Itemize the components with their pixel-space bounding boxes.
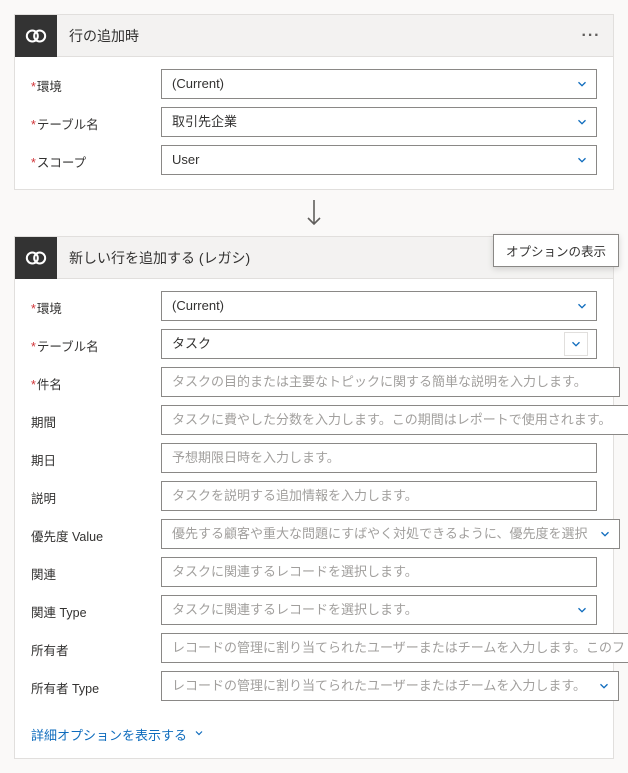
duration-input[interactable]: タスクに費やした分数を入力します。この期間はレポートで使用されます。: [161, 405, 628, 435]
subject-label: 件名: [31, 372, 161, 393]
owner-type-label: 所有者 Type: [31, 676, 161, 697]
table-label: テーブル名: [31, 112, 161, 133]
more-options-button[interactable]: ···: [577, 22, 605, 50]
env-label: 環境: [31, 74, 161, 95]
due-input[interactable]: 予想期限日時を入力します。: [161, 443, 597, 473]
card-body: オプションの表示 環境 (Current) テーブル名 タスク 件名 タスクの: [15, 279, 613, 715]
owner-type-select[interactable]: レコードの管理に割り当てられたユーザーまたはチームを入力します。: [161, 671, 619, 701]
card-body: 環境 (Current) テーブル名 取引先企業 スコープ User: [15, 57, 613, 189]
table-select[interactable]: 取引先企業: [161, 107, 597, 137]
priority-select[interactable]: 優先する顧客や重大な問題にすばやく対処できるように、優先度を選択: [161, 519, 620, 549]
card-title: 行の追加時: [57, 26, 577, 46]
desc-label: 説明: [31, 486, 161, 507]
options-tooltip: オプションの表示: [493, 234, 619, 267]
table-select[interactable]: タスク: [161, 329, 597, 359]
duration-label: 期間: [31, 410, 161, 431]
advanced-link-label: 詳細オプションを表示する: [31, 725, 187, 744]
show-advanced-options-link[interactable]: 詳細オプションを表示する: [31, 725, 205, 744]
priority-label: 優先度 Value: [31, 524, 161, 545]
regarding-label: 関連: [31, 562, 161, 583]
subject-input[interactable]: タスクの目的または主要なトピックに関する簡単な説明を入力します。: [161, 367, 620, 397]
desc-input[interactable]: タスクを説明する追加情報を入力します。: [161, 481, 597, 511]
env-select[interactable]: (Current): [161, 69, 597, 99]
env-label: 環境: [31, 296, 161, 317]
dataverse-icon: [15, 15, 57, 57]
chevron-down-icon: [193, 727, 205, 742]
dataverse-icon: [15, 237, 57, 279]
regarding-type-select[interactable]: タスクに関連するレコードを選択します。: [161, 595, 597, 625]
regarding-type-label: 関連 Type: [31, 600, 161, 621]
owner-input[interactable]: レコードの管理に割り当てられたユーザーまたはチームを入力します。このフ: [161, 633, 628, 663]
trigger-card: 行の追加時 ··· 環境 (Current) テーブル名 取引先企業 スコープ: [14, 14, 614, 190]
flow-arrow: [14, 190, 614, 236]
card-header[interactable]: 行の追加時 ···: [15, 15, 613, 57]
env-select[interactable]: (Current): [161, 291, 597, 321]
regarding-input[interactable]: タスクに関連するレコードを選択します。: [161, 557, 597, 587]
scope-select[interactable]: User: [161, 145, 597, 175]
table-label: テーブル名: [31, 334, 161, 355]
due-label: 期日: [31, 448, 161, 469]
action-card: 新しい行を追加する (レガシ) ··· オプションの表示 環境 (Current…: [14, 236, 614, 759]
owner-label: 所有者: [31, 638, 161, 659]
scope-label: スコープ: [31, 150, 161, 171]
